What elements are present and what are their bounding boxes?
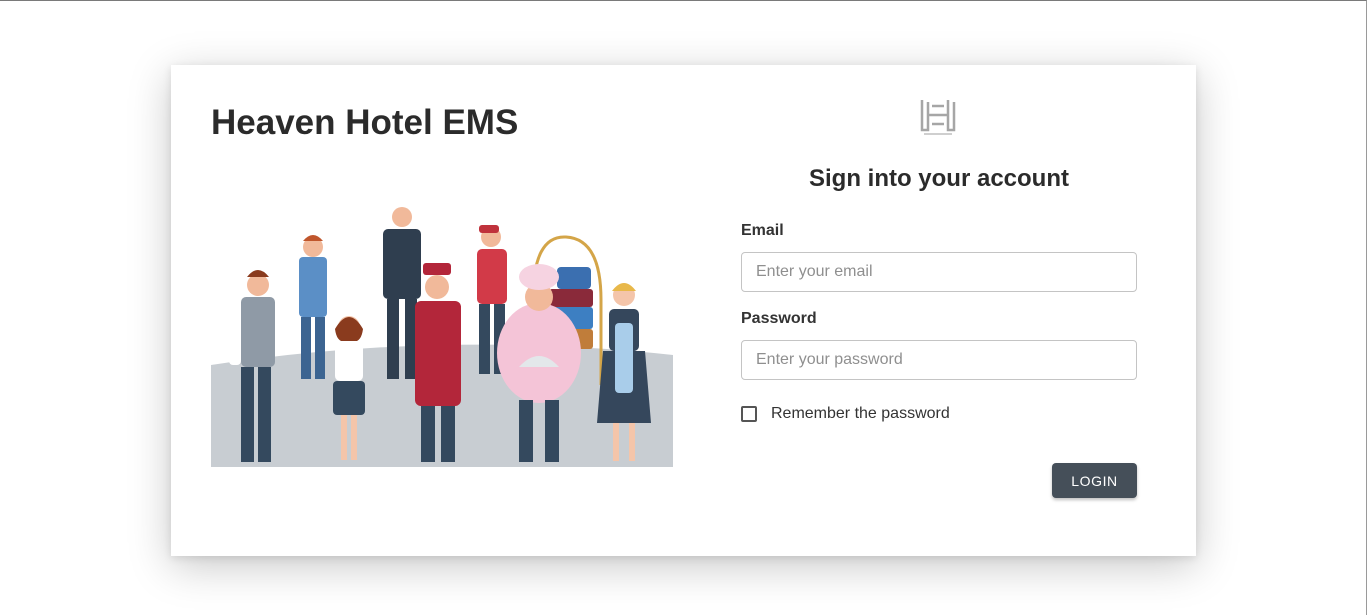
app-title: Heaven Hotel EMS (211, 103, 519, 142)
remember-password-checkbox[interactable] (741, 406, 757, 422)
login-card: Heaven Hotel EMS Sign into your account … (171, 65, 1196, 556)
remember-password-label: Remember the password (771, 405, 950, 422)
signin-heading: Sign into your account (808, 165, 1069, 192)
remember-password-row[interactable]: Remember the password (741, 405, 950, 423)
email-input[interactable] (741, 252, 1137, 292)
hotel-logo-icon (920, 100, 956, 135)
hotel-staff-illustration (211, 207, 673, 467)
login-button[interactable]: LOGIN (1052, 463, 1137, 498)
password-label: Password (741, 310, 817, 327)
password-input[interactable] (741, 340, 1137, 380)
email-label: Email (741, 222, 784, 239)
